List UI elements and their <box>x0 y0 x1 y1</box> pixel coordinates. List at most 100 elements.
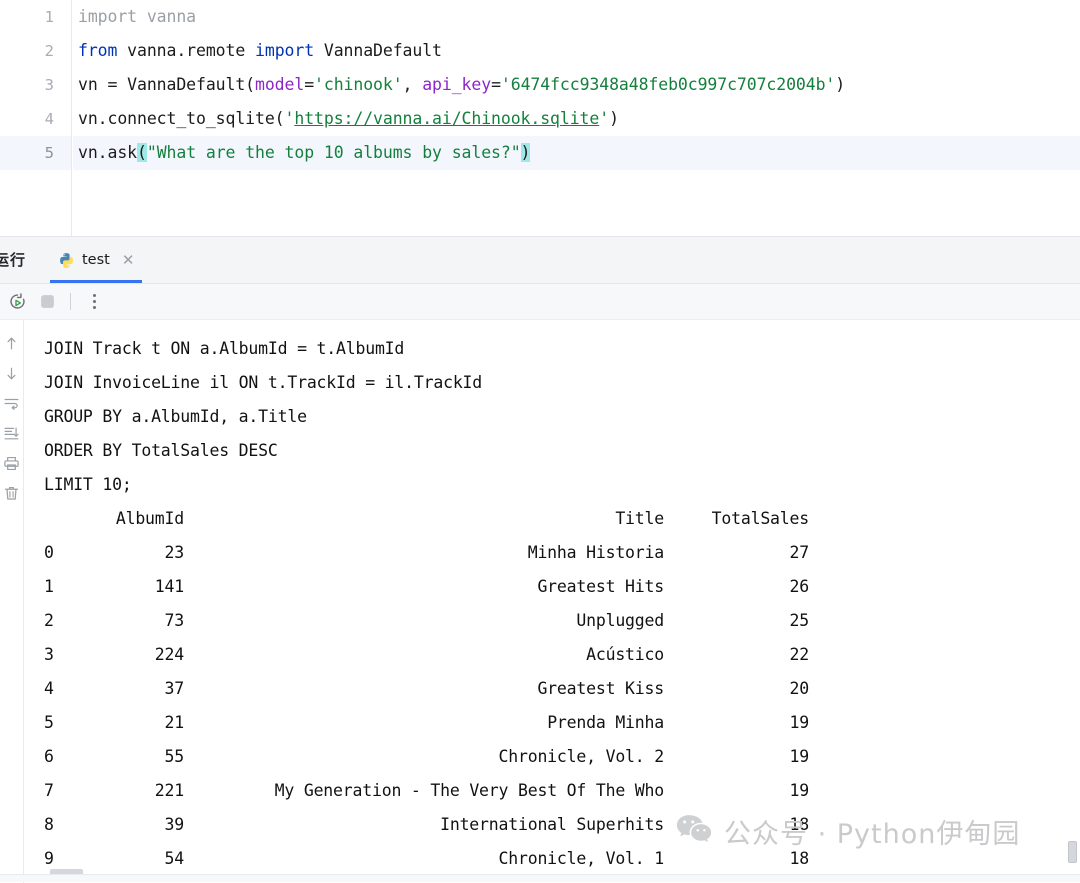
run-tool-window: 运行 test ✕ JOIN Track t ON a.AlbumId = t.… <box>0 236 1080 883</box>
code-line[interactable]: vn = VannaDefault(model='chinook', api_k… <box>73 68 1080 102</box>
line-number: 3 <box>44 76 54 94</box>
code-line[interactable]: vn.connect_to_sqlite('https://vanna.ai/C… <box>73 102 1080 136</box>
table-cell: 4 <box>44 679 54 698</box>
table-header-row: AlbumId Title TotalSales <box>25 502 1080 536</box>
clear-all-icon[interactable] <box>3 485 20 502</box>
table-cell: 224 <box>154 645 184 664</box>
code-line[interactable]: from vanna.remote import VannaDefault <box>73 34 1080 68</box>
table-cell: 7 <box>44 781 54 800</box>
code-token: ( <box>137 143 147 162</box>
table-cell: Acústico <box>586 645 664 664</box>
table-cell: 27 <box>789 543 810 562</box>
print-icon[interactable] <box>3 455 20 472</box>
run-tab-label: test <box>82 252 110 268</box>
toolbar-divider <box>70 293 71 310</box>
code-token: ) <box>835 75 846 94</box>
table-cell: 22 <box>789 645 810 664</box>
code-token: ' <box>284 109 295 128</box>
code-line[interactable]: import vanna <box>73 0 1080 34</box>
python-icon <box>58 252 75 269</box>
code-token: vn.ask <box>78 143 138 162</box>
scroll-up-icon[interactable] <box>3 335 20 352</box>
table-cell: 18 <box>789 849 810 868</box>
table-cell: 21 <box>164 713 185 732</box>
code-token: model <box>255 75 305 94</box>
table-cell: Minha Historia <box>527 543 664 562</box>
table-cell: 20 <box>789 679 810 698</box>
stop-icon[interactable] <box>34 289 60 315</box>
code-token: vn = VannaDefault( <box>78 75 256 94</box>
table-cell: 25 <box>789 611 810 630</box>
code-token: from <box>78 41 118 60</box>
code-token: '6474fcc9348a48feb0c997c707c2004b' <box>500 75 836 94</box>
code-token: ' <box>599 109 610 128</box>
code-token: ) <box>609 109 619 128</box>
code-token: https://vanna.ai/Chinook.sqlite <box>294 109 600 128</box>
vertical-scrollbar-thumb[interactable] <box>1068 841 1077 863</box>
table-cell: 19 <box>789 781 810 800</box>
console-output[interactable]: JOIN Track t ON a.AlbumId = t.AlbumId JOI… <box>0 320 1080 883</box>
console-text[interactable]: JOIN Track t ON a.AlbumId = t.AlbumId JOI… <box>25 320 1080 883</box>
scroll-down-icon[interactable] <box>3 365 20 382</box>
table-cell: 8 <box>44 815 54 834</box>
more-options-icon[interactable] <box>81 289 107 315</box>
table-row: 8 39 International Superhits 18 <box>25 808 1080 842</box>
line-number: 4 <box>44 110 54 128</box>
table-cell: 221 <box>154 781 184 800</box>
line-number: 1 <box>44 8 54 26</box>
code-token: , <box>402 75 423 94</box>
table-row: 4 37 Greatest Kiss 20 <box>25 672 1080 706</box>
table-cell: Greatest Kiss <box>537 679 664 698</box>
console-line: LIMIT 10; <box>44 475 132 494</box>
table-row: 5 21 Prenda Minha 19 <box>25 706 1080 740</box>
table-cell: Chronicle, Vol. 2 <box>498 747 665 766</box>
rerun-icon[interactable] <box>4 289 30 315</box>
code-token: import <box>255 41 315 60</box>
table-cell: 54 <box>164 849 185 868</box>
editor-gutter: 1 2 3 4 5 <box>0 0 72 236</box>
editor-code-area[interactable]: import vanna from vanna.remote import Van… <box>73 0 1080 236</box>
line-number: 5 <box>0 136 71 170</box>
line-number: 2 <box>44 42 54 60</box>
table-cell: Prenda Minha <box>547 713 664 732</box>
table-cell: Unplugged <box>576 611 664 630</box>
code-token: vn.connect_to_sqlite( <box>78 109 285 128</box>
table-row: 6 55 Chronicle, Vol. 2 19 <box>25 740 1080 774</box>
code-token: ) <box>520 143 531 162</box>
soft-wrap-icon[interactable] <box>3 395 20 412</box>
run-tabbar: 运行 test ✕ <box>0 237 1080 284</box>
table-cell: International Superhits <box>440 815 664 834</box>
table-cell: 19 <box>789 747 810 766</box>
code-token: 'chinook' <box>314 75 403 94</box>
table-column-header: TotalSales <box>711 509 810 528</box>
table-cell: 39 <box>164 815 185 834</box>
table-cell: 5 <box>44 713 54 732</box>
table-row: 2 73 Unplugged 25 <box>25 604 1080 638</box>
table-cell: 26 <box>789 577 810 596</box>
table-row: 3 224 Acústico 22 <box>25 638 1080 672</box>
console-line: JOIN Track t ON a.AlbumId = t.AlbumId <box>44 339 405 358</box>
scroll-to-end-icon[interactable] <box>3 425 20 442</box>
table-cell: 55 <box>164 747 185 766</box>
table-cell: 73 <box>164 611 185 630</box>
code-token: import vanna <box>78 7 197 26</box>
code-editor[interactable]: 1 2 3 4 5 import vanna from vanna.remote impo… <box>0 0 1080 236</box>
code-token: = <box>304 75 315 94</box>
code-token: VannaDefault <box>314 41 442 60</box>
run-tab-test[interactable]: test ✕ <box>50 237 143 283</box>
console-line: GROUP BY a.AlbumId, a.Title <box>44 407 307 426</box>
close-icon[interactable]: ✕ <box>122 253 135 268</box>
table-row: 0 23 Minha Historia 27 <box>25 536 1080 570</box>
table-cell: 141 <box>154 577 184 596</box>
code-line[interactable]: vn.ask("What are the top 10 albums by sa… <box>73 136 1080 170</box>
table-row: 1 141 Greatest Hits 26 <box>25 570 1080 604</box>
run-window-label: 运行 <box>0 251 27 269</box>
table-cell: 1 <box>44 577 54 596</box>
table-cell: 19 <box>789 713 810 732</box>
table-cell: Chronicle, Vol. 1 <box>498 849 665 868</box>
console-gutter-toolbar <box>0 320 24 883</box>
table-row: 7 221 My Generation - The Very Best Of The… <box>25 774 1080 808</box>
table-cell: 2 <box>44 611 54 630</box>
table-row: 9 54 Chronicle, Vol. 1 18 <box>25 842 1080 876</box>
console-line: JOIN InvoiceLine il ON t.TrackId = il.Tr… <box>44 373 483 392</box>
